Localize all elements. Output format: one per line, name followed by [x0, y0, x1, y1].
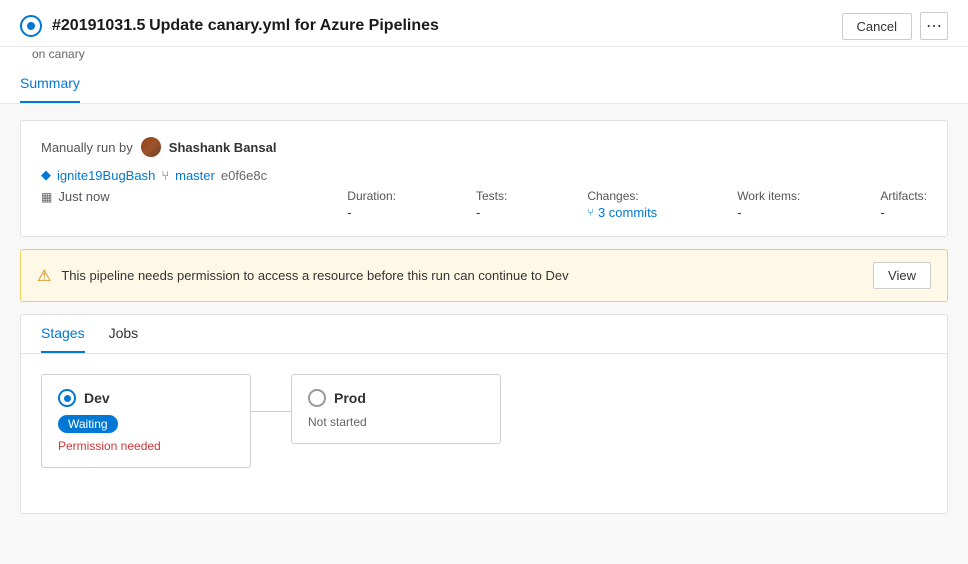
header-left: #20191031.5 Update canary.yml for Azure … [20, 15, 439, 37]
warning-left: ⚠ This pipeline needs permission to acce… [37, 266, 569, 286]
main-content: Manually run by Shashank Bansal ◆ ignite… [0, 104, 968, 564]
stat-changes: Changes: ⑂ 3 commits [587, 189, 657, 220]
stat-work-items: Work items: - [737, 189, 800, 220]
avatar-image [141, 137, 161, 157]
time-row: ▦ Just now [41, 189, 287, 204]
run-status-icon [20, 15, 42, 37]
branch-icon: ⑂ [161, 168, 169, 183]
artifacts-label: Artifacts: [880, 189, 927, 203]
warning-banner: ⚠ This pipeline needs permission to acce… [20, 249, 948, 302]
prod-not-started-label: Not started [308, 415, 484, 429]
stages-content: Dev Waiting Permission needed Prod Not s… [21, 354, 947, 488]
duration-value: - [347, 205, 396, 220]
tests-label: Tests: [476, 189, 507, 203]
tests-value: - [476, 205, 507, 220]
page-header: #20191031.5 Update canary.yml for Azure … [0, 0, 968, 47]
tag-icon: ◆ [41, 167, 51, 183]
dev-permission-label: Permission needed [58, 439, 234, 453]
prod-status-icon [308, 389, 326, 407]
view-button[interactable]: View [873, 262, 931, 289]
run-info-row: Manually run by Shashank Bansal [41, 137, 927, 157]
user-name: Shashank Bansal [169, 140, 277, 155]
artifacts-value: - [880, 205, 927, 220]
stat-artifacts: Artifacts: - [880, 189, 927, 220]
dev-status-icon [58, 389, 76, 407]
more-options-icon: ⋯ [926, 16, 942, 36]
prod-stage-name: Prod [334, 390, 366, 406]
commits-text: 3 commits [598, 205, 657, 220]
warning-icon: ⚠ [37, 266, 51, 286]
time-label: Just now [58, 189, 109, 204]
header-subtitle: on canary [0, 47, 968, 65]
commit-hash: e0f6e8c [221, 168, 267, 183]
cancel-button[interactable]: Cancel [842, 13, 912, 40]
stage-header-prod: Prod [308, 389, 484, 407]
avatar [141, 137, 161, 157]
stat-tests: Tests: - [476, 189, 507, 220]
manually-run-label: Manually run by [41, 140, 133, 155]
page-title: #20191031.5 Update canary.yml for Azure … [52, 17, 439, 35]
work-items-label: Work items: [737, 189, 800, 203]
run-number: #20191031.5 [52, 17, 145, 34]
nav-tabs: Summary [0, 65, 968, 104]
meta-row: ◆ ignite19BugBash ⑂ master e0f6e8c [41, 167, 927, 183]
stage-header-dev: Dev [58, 389, 234, 407]
commits-icon: ⑂ [587, 207, 594, 219]
changes-value[interactable]: ⑂ 3 commits [587, 205, 657, 220]
stages-card: Stages Jobs Dev Waiting Permission neede… [20, 314, 948, 514]
summary-card: Manually run by Shashank Bansal ◆ ignite… [20, 120, 948, 237]
stat-duration: Duration: - [347, 189, 396, 220]
stage-connector [251, 411, 291, 412]
branch-label[interactable]: master [175, 168, 215, 183]
calendar-icon: ▦ [41, 190, 52, 204]
stage-box-dev[interactable]: Dev Waiting Permission needed [41, 374, 251, 468]
work-items-value: - [737, 205, 800, 220]
changes-label: Changes: [587, 189, 657, 203]
tab-jobs[interactable]: Jobs [109, 315, 139, 353]
stage-box-prod[interactable]: Prod Not started [291, 374, 501, 444]
header-title-block: #20191031.5 Update canary.yml for Azure … [52, 17, 439, 35]
tab-summary[interactable]: Summary [20, 65, 80, 103]
tag-label[interactable]: ignite19BugBash [57, 168, 155, 183]
dev-stage-badge: Waiting [58, 415, 118, 433]
run-title: Update canary.yml for Azure Pipelines [149, 17, 439, 34]
duration-label: Duration: [347, 189, 396, 203]
run-icon-inner [27, 22, 35, 30]
dev-status-inner [64, 395, 71, 402]
warning-text: This pipeline needs permission to access… [61, 268, 568, 283]
stats-row: ▦ Just now Duration: - Tests: - Changes:… [41, 189, 927, 220]
stages-tabs: Stages Jobs [21, 315, 947, 354]
dev-stage-name: Dev [84, 390, 110, 406]
stats-columns: Duration: - Tests: - Changes: ⑂ 3 commit… [347, 189, 927, 220]
more-options-button[interactable]: ⋯ [920, 12, 948, 40]
tab-stages[interactable]: Stages [41, 315, 85, 353]
header-actions: Cancel ⋯ [842, 12, 948, 40]
